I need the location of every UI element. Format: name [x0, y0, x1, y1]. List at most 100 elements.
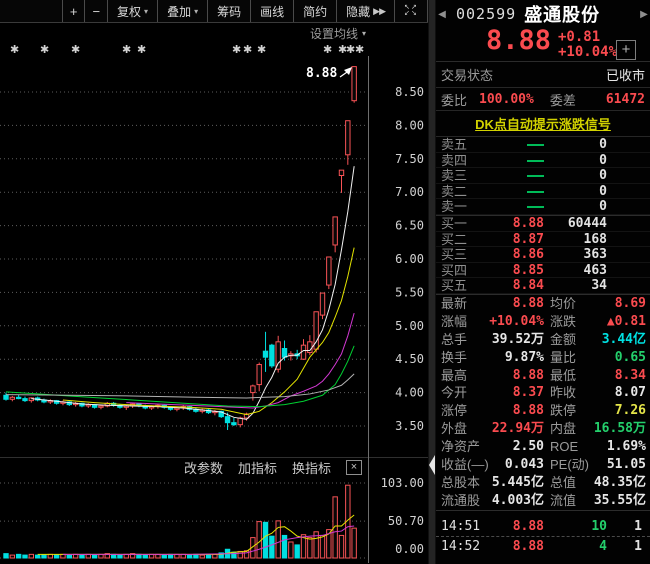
- price-change-pct: +10.04%: [558, 44, 617, 60]
- quote-header: ◀ 002599 盛通股份 ▶: [436, 0, 650, 28]
- ask-level-label: 卖五: [441, 137, 467, 153]
- candle-body: [327, 257, 331, 285]
- switch-indicator-link[interactable]: 换指标: [292, 458, 331, 477]
- ask-row: 卖一0: [436, 199, 650, 215]
- no-ask-dash: [527, 160, 544, 162]
- stat-value: 8.37: [513, 384, 544, 402]
- volume-axis-label: 50.70: [388, 514, 424, 528]
- stat-row: 流通股4.003亿流值35.55亿: [436, 492, 650, 510]
- last-price: 8.88: [486, 25, 551, 56]
- stat-label: 内盘: [550, 420, 576, 438]
- no-ask-dash: [527, 206, 544, 208]
- stat-label: 涨停: [441, 402, 467, 420]
- stat-value: +10.04%: [489, 313, 544, 331]
- stat-label: 跌停: [550, 402, 576, 420]
- volume-bar: [92, 555, 96, 558]
- bid-level-label: 买四: [441, 263, 467, 279]
- bid-qty: 363: [584, 247, 607, 263]
- volume-bar: [4, 554, 8, 558]
- bid-qty: 60444: [568, 216, 607, 232]
- volume-bar: [156, 554, 160, 558]
- tick-time: 14:52: [441, 537, 480, 556]
- stat-label: 涨幅: [441, 313, 467, 331]
- close-indicator-icon[interactable]: ×: [346, 460, 362, 475]
- volume-bar: [35, 555, 39, 558]
- stat-value: 48.35亿: [594, 474, 646, 492]
- stat-label: 涨跌: [550, 313, 576, 331]
- edit-params-link[interactable]: 改参数: [184, 458, 223, 477]
- candle-body: [10, 397, 14, 399]
- price-summary: 8.88 +0.81 +10.04% +: [436, 28, 650, 62]
- tick-volume: 4: [599, 537, 607, 556]
- stat-label: 昨收: [550, 384, 576, 402]
- stat-row: 涨幅+10.04%涨跌▲0.81: [436, 313, 650, 331]
- stat-label: 最高: [441, 367, 467, 385]
- volume-bar: [73, 554, 77, 558]
- candle-body: [270, 345, 274, 366]
- bid-level-label: 买一: [441, 216, 467, 232]
- bid-qty: 168: [584, 232, 607, 248]
- weicha-value: 61472: [606, 92, 645, 107]
- bid-row: 买一8.8860444: [436, 216, 650, 232]
- bid-price: 8.84: [513, 278, 544, 294]
- bid-row: 买三8.86363: [436, 247, 650, 263]
- volume-axis-label: 0.00: [395, 542, 424, 556]
- candle-body: [99, 406, 103, 407]
- price-axis-label: 7.00: [395, 185, 424, 199]
- stat-label: 外盘: [441, 420, 467, 438]
- stat-value: 35.55亿: [594, 492, 646, 510]
- last-price-annotation: 8.88: [306, 66, 337, 81]
- pane-splitter[interactable]: [428, 0, 436, 564]
- prev-stock-arrow[interactable]: ◀: [436, 9, 448, 20]
- bid-levels: 买一8.8860444买二8.87168买三8.86363买四8.85463买五…: [436, 216, 650, 294]
- price-axis-label: 6.50: [395, 219, 424, 233]
- dk-signal-link[interactable]: DK点自动提示涨跌信号: [475, 114, 611, 133]
- trade-status-row: 交易状态 已收市: [436, 62, 650, 88]
- price-axis-label: 4.50: [395, 352, 424, 366]
- add-to-watchlist-button[interactable]: +: [616, 40, 636, 60]
- volume-axis-label: 103.00: [381, 476, 424, 490]
- bid-price: 8.87: [513, 232, 544, 248]
- stock-name: 盛通股份: [524, 1, 600, 27]
- volume-bar: [143, 555, 147, 558]
- tick-count: 1: [634, 517, 642, 536]
- bid-price: 8.85: [513, 263, 544, 279]
- stat-row: 外盘22.94万内盘16.58万: [436, 420, 650, 438]
- stat-row: 换手9.87%量比0.65: [436, 349, 650, 367]
- price-axis-label: 5.50: [395, 285, 424, 299]
- stock-terminal-window: +−复权▾叠加▾筹码画线简约隐藏▶▶↖↗↙↘ 设置均线 ▾ ✱✱✱✱✱✱✱✱✱✱…: [0, 0, 650, 564]
- tick-row: 14:518.88101: [436, 517, 650, 536]
- next-stock-arrow[interactable]: ▶: [638, 9, 650, 20]
- volume-bar: [10, 555, 14, 558]
- tick-row: 14:528.8841: [436, 536, 650, 555]
- stat-value: 8.88: [513, 367, 544, 385]
- candle-body: [225, 417, 229, 423]
- tick-list: 14:518.8810114:52 8.88 4 1: [436, 517, 650, 555]
- volume-bar: [168, 554, 172, 558]
- candle-body: [251, 386, 255, 393]
- candle-body: [346, 121, 350, 155]
- stat-label: 金额: [550, 331, 576, 349]
- stat-value: 3.44亿: [602, 331, 646, 349]
- weicha-label: 委差: [550, 90, 576, 109]
- splitter-collapse-handle[interactable]: [429, 455, 435, 475]
- stat-value: 8.07: [615, 384, 646, 402]
- tick-price: 8.88: [513, 537, 544, 556]
- bid-row: 买二8.87168: [436, 232, 650, 248]
- candle-body: [282, 349, 286, 358]
- stat-label: 净资产: [441, 438, 480, 456]
- volume-bar: [263, 522, 267, 558]
- add-indicator-link[interactable]: 加指标: [238, 458, 277, 477]
- stat-label: 最低: [550, 367, 576, 385]
- volume-bar: [339, 535, 343, 558]
- dk-signal-row: DK点自动提示涨跌信号: [436, 111, 650, 137]
- ask-qty: 0: [599, 199, 607, 215]
- ask-qty: 0: [599, 137, 607, 153]
- candlestick-chart[interactable]: 8.508.007.507.006.506.005.505.004.504.00…: [0, 0, 428, 564]
- stat-label: 收益(—): [441, 456, 489, 474]
- volume-bar: [238, 551, 242, 558]
- volume-bar: [206, 554, 210, 558]
- stat-row: 总股本5.445亿总值48.35亿: [436, 474, 650, 492]
- volume-VOLMA-yellow: [38, 515, 355, 554]
- volume-bar: [48, 554, 52, 558]
